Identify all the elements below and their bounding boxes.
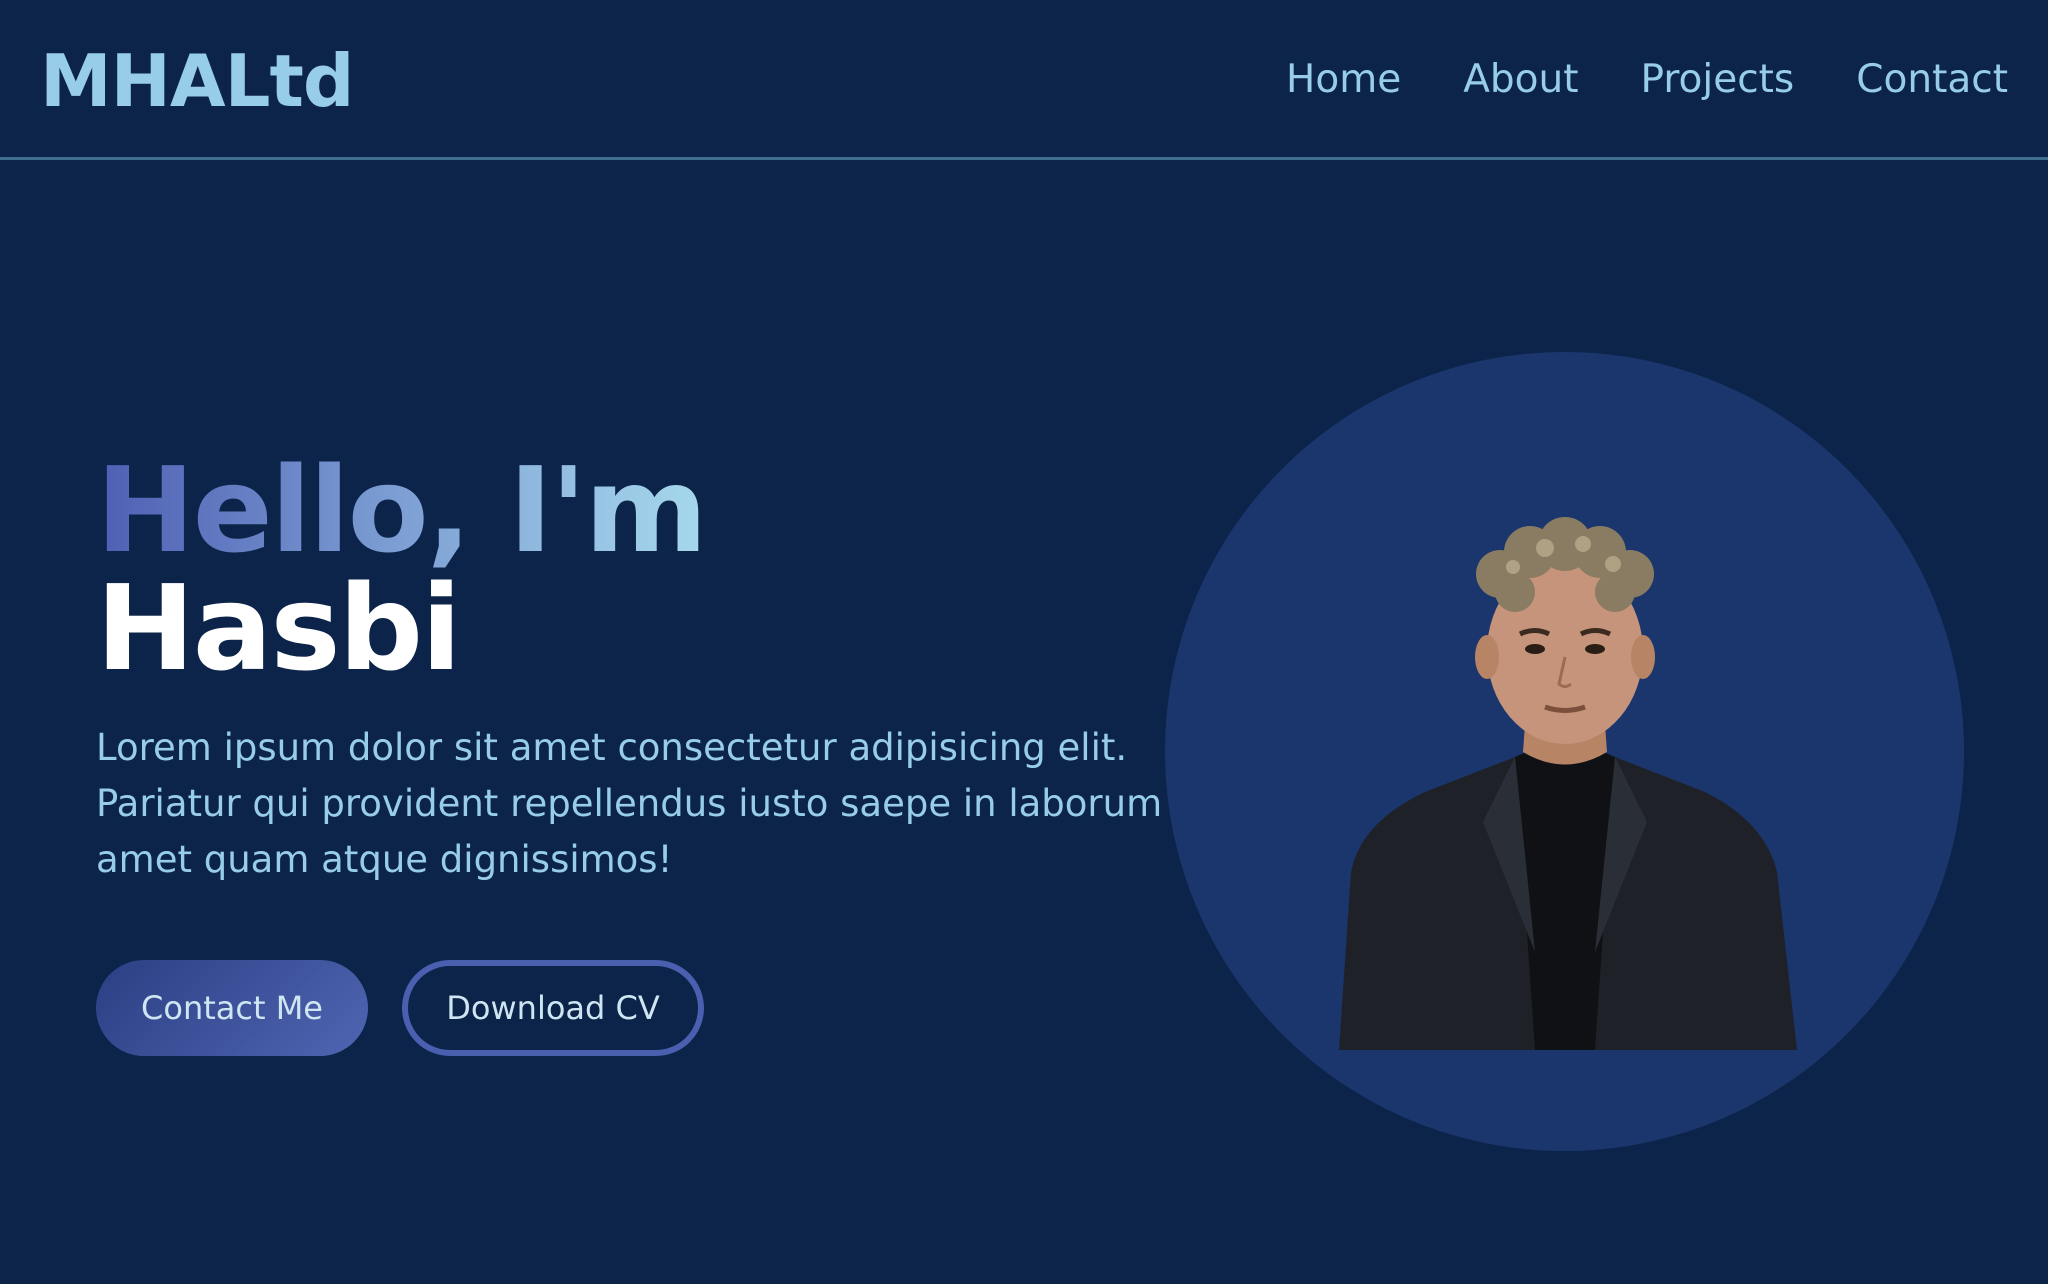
nav-link-projects[interactable]: Projects — [1641, 52, 1795, 108]
hero-name: Hasbi — [96, 559, 462, 697]
hero-description: Lorem ipsum dolor sit amet consectetur a… — [96, 726, 1163, 881]
profile-image-circle — [1165, 352, 1964, 1151]
navbar: MHALtd Home About Projects Contact — [0, 0, 2048, 160]
nav-link-home[interactable]: Home — [1286, 52, 1401, 108]
profile-photo — [1339, 517, 1797, 1050]
contact-me-button[interactable]: Contact Me — [96, 960, 368, 1056]
hero-greeting: Hello, I'm — [96, 441, 708, 579]
nav-link-about[interactable]: About — [1463, 52, 1578, 108]
nav-links: Home About Projects Contact — [1286, 52, 2008, 108]
download-cv-button[interactable]: Download CV — [402, 960, 704, 1056]
nav-link-contact[interactable]: Contact — [1856, 52, 2008, 108]
site-logo[interactable]: MHALtd — [40, 36, 354, 126]
